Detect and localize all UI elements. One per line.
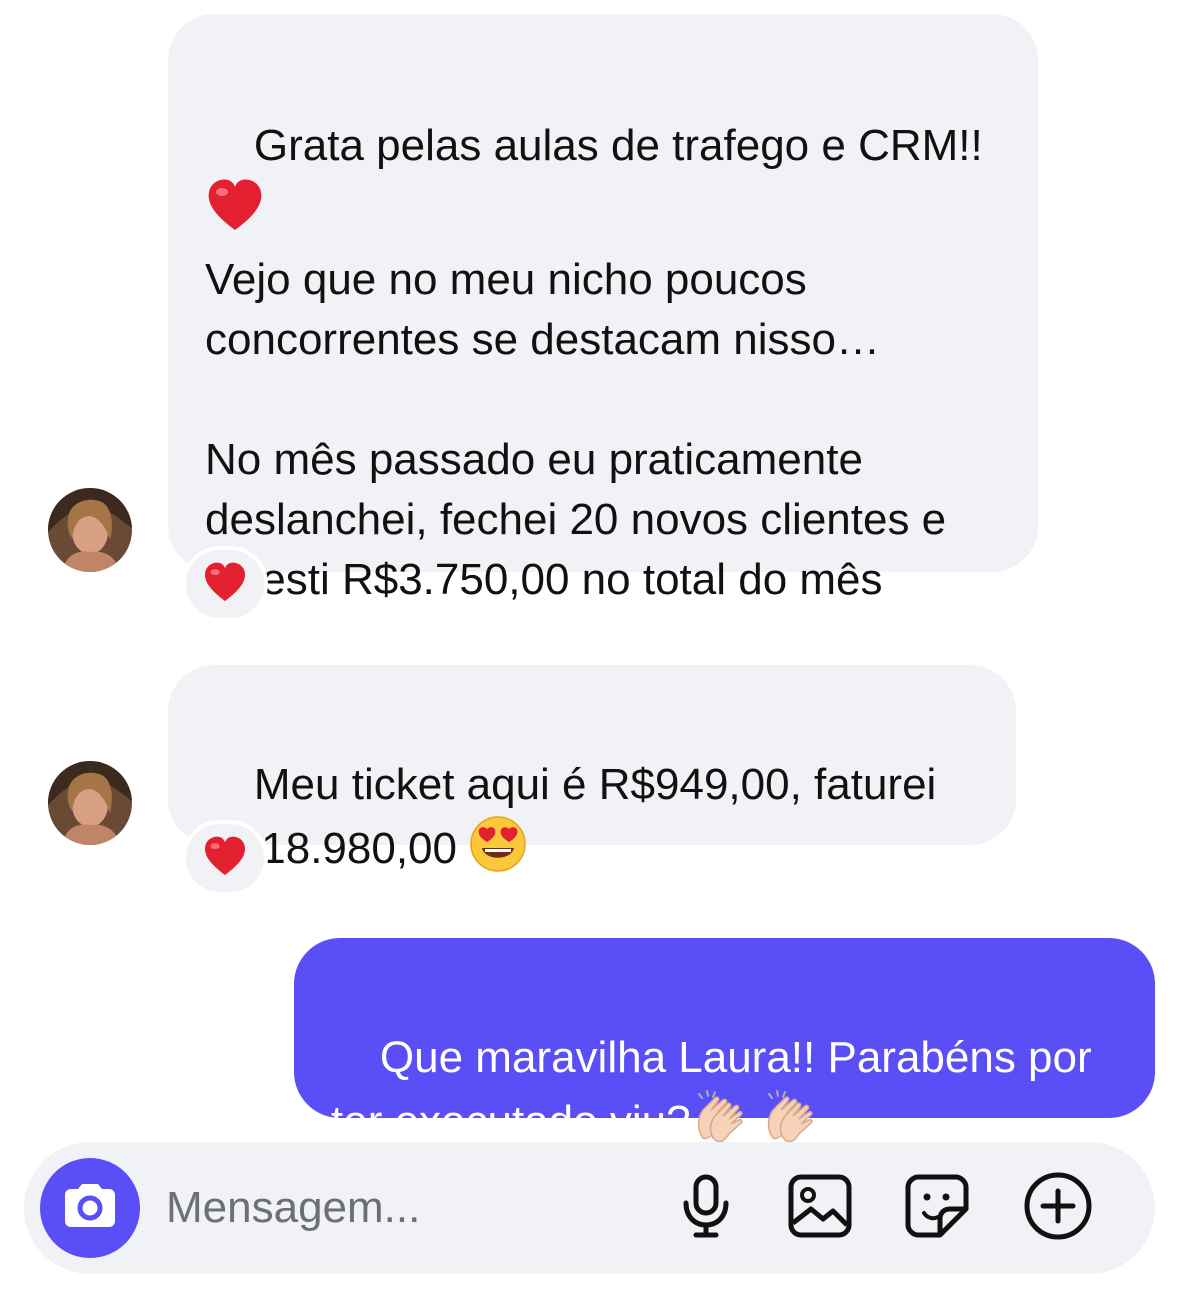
image-icon (787, 1173, 853, 1244)
message-text: Meu ticket aqui é R$949,00, faturei R$18… (205, 760, 949, 873)
incoming-message[interactable]: Grata pelas aulas de trafego e CRM!! Vej… (168, 14, 1038, 604)
heart-emoji (202, 834, 248, 883)
plus-circle-icon (1023, 1171, 1093, 1246)
camera-button[interactable] (40, 1158, 140, 1258)
outgoing-message[interactable]: Que maravilha Laura!! Parabéns por ter e… (294, 938, 1155, 1146)
heart-emoji (205, 176, 265, 250)
gallery-button[interactable] (784, 1172, 856, 1244)
add-button[interactable] (1022, 1172, 1094, 1244)
heart-eyes-emoji (469, 815, 527, 889)
chat-screen: Grata pelas aulas de trafego e CRM!! Vej… (0, 0, 1179, 1313)
camera-icon (61, 1181, 119, 1236)
heart-emoji (202, 560, 248, 609)
message-input[interactable] (166, 1178, 626, 1238)
reaction-badge[interactable] (182, 546, 268, 622)
microphone-icon (678, 1173, 734, 1244)
message-composer (24, 1142, 1155, 1274)
avatar[interactable] (48, 488, 132, 572)
microphone-button[interactable] (670, 1172, 742, 1244)
sticker-icon (904, 1173, 970, 1244)
reaction-badge[interactable] (182, 820, 268, 896)
avatar[interactable] (48, 761, 132, 845)
sticker-button[interactable] (901, 1172, 973, 1244)
message-text: Grata pelas aulas de trafego e CRM!! (253, 121, 983, 170)
incoming-message[interactable]: Meu ticket aqui é R$949,00, faturei R$18… (168, 665, 1016, 873)
message-text-continued: Vejo que no meu nicho poucos concorrente… (205, 255, 947, 604)
